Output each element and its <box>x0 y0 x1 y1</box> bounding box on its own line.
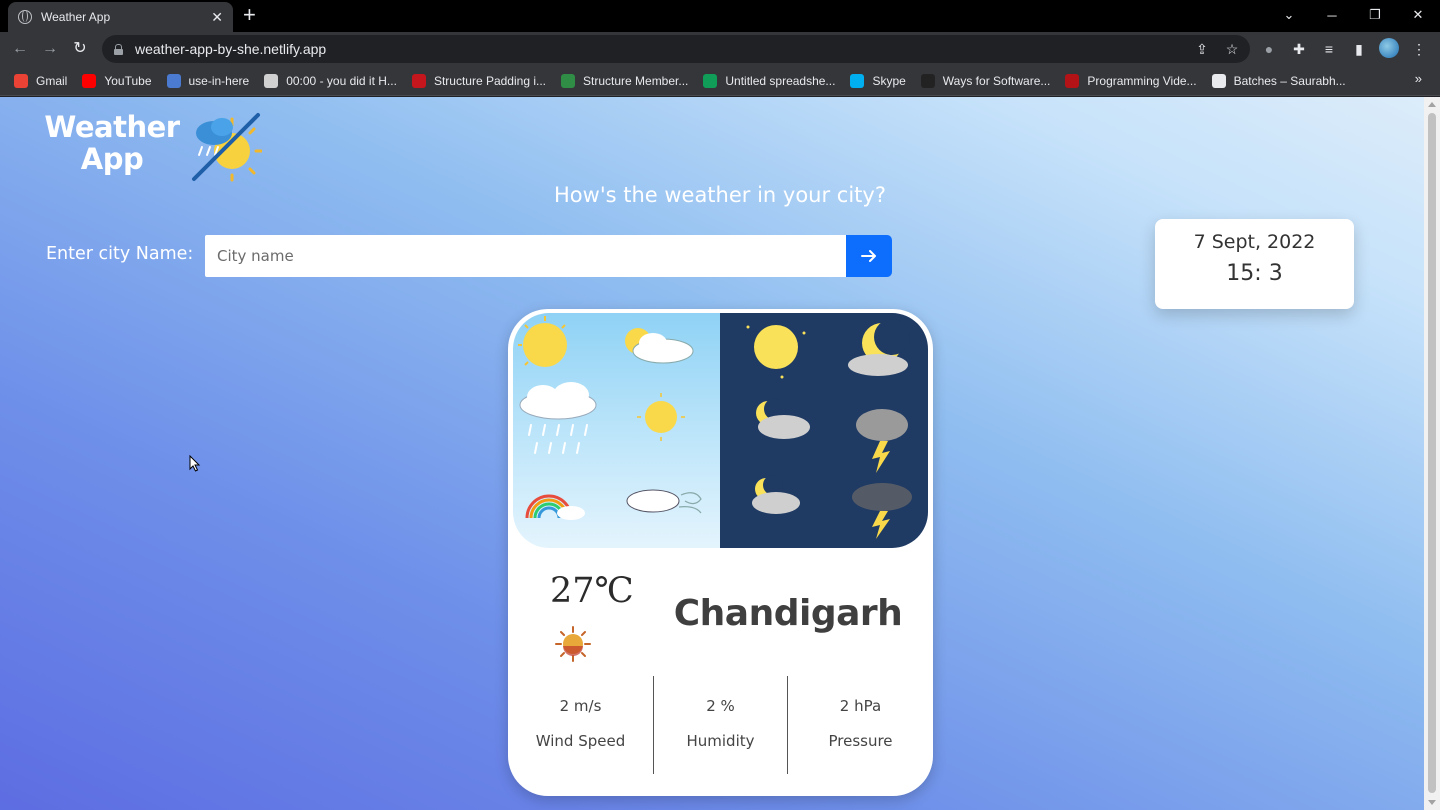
day-weather-illustration <box>513 313 720 548</box>
scroll-down-arrow-icon[interactable] <box>1428 800 1436 805</box>
weather-card: 27℃ Chandigarh 2 m/s Wind Speed 2 % Humi… <box>508 309 933 796</box>
bookmark-label: Untitled spreadshe... <box>725 73 836 88</box>
menu-icon[interactable]: ⋮ <box>1410 40 1428 58</box>
address-bar[interactable]: weather-app-by-she.netlify.app <box>102 35 1250 63</box>
arrow-right-icon <box>861 250 876 262</box>
browser-toolbar: ← → ↻ weather-app-by-she.netlify.app ⇪ ☆… <box>0 32 1440 66</box>
bookmark-label: Skype <box>872 73 906 88</box>
bookmark-label: Programming Vide... <box>1087 73 1197 88</box>
scroll-up-arrow-icon[interactable] <box>1428 102 1436 107</box>
reload-icon[interactable]: ↻ <box>69 38 91 60</box>
pressure-label: Pressure <box>828 732 893 750</box>
bookmark-item[interactable]: Batches – Saurabh... <box>1211 73 1346 88</box>
current-time: 15: 3 <box>1226 261 1283 286</box>
side-panel-icon[interactable]: ▮ <box>1350 40 1368 58</box>
humidity-stat: 2 % Humidity <box>653 676 788 774</box>
page-viewport: Weather App How's the weather in your ci… <box>0 97 1424 810</box>
bookmark-item[interactable]: Ways for Software... <box>920 73 1051 88</box>
minimize-button[interactable]: ─ <box>1310 0 1354 30</box>
sun-icon <box>555 626 591 662</box>
bookmark-favicon-icon <box>1211 73 1226 88</box>
bookmark-item[interactable]: Programming Vide... <box>1065 73 1197 88</box>
wind-speed-value: 2 m/s <box>559 697 602 715</box>
new-tab-button[interactable]: + <box>243 4 256 26</box>
app-logo-text: Weather App <box>42 111 182 175</box>
tab-title: Weather App <box>41 10 111 24</box>
wind-speed-label: Wind Speed <box>535 732 626 750</box>
close-window-button[interactable]: ✕ <box>1396 0 1440 30</box>
bookmark-favicon-icon <box>703 73 718 88</box>
puzzle-icon[interactable]: ✚ <box>1290 40 1308 58</box>
globe-icon <box>18 10 32 24</box>
bookmark-label: Gmail <box>36 73 68 88</box>
weather-logo-icon <box>192 113 262 182</box>
bookmark-label: Structure Padding i... <box>433 73 546 88</box>
bookmark-item[interactable]: Skype <box>850 73 906 88</box>
restore-button[interactable]: ❐ <box>1353 0 1397 30</box>
bookmark-item[interactable]: Untitled spreadshe... <box>703 73 836 88</box>
mouse-cursor-icon <box>189 455 201 472</box>
bookmarks-bar: Gmail YouTube use-in-here 00:00 - you did i… <box>0 66 1440 96</box>
weather-stats: 2 m/s Wind Speed 2 % Humidity 2 hPa Pres… <box>508 676 933 774</box>
temperature-value: 27℃ <box>550 571 634 611</box>
pressure-value: 2 hPa <box>839 697 882 715</box>
bookmark-favicon-icon <box>561 73 575 88</box>
tab-strip: Weather App ✕ + ⌄ ─ ❐ ✕ <box>0 0 1440 32</box>
city-input-label: Enter city Name: <box>46 244 194 264</box>
bookmark-favicon-icon <box>82 73 97 88</box>
wind-speed-stat: 2 m/s Wind Speed <box>508 676 653 774</box>
bookmark-label: Ways for Software... <box>942 73 1051 88</box>
tab-close-icon[interactable]: ✕ <box>211 9 223 26</box>
bookmark-label: 00:00 - you did it H... <box>286 73 397 88</box>
share-icon[interactable]: ⇪ <box>1193 40 1211 58</box>
url-text: weather-app-by-she.netlify.app <box>135 41 327 57</box>
bookmark-item[interactable]: Structure Member... <box>561 73 689 88</box>
browser-tab[interactable]: Weather App ✕ <box>8 2 233 32</box>
logo-line-1: Weather <box>44 110 180 144</box>
bookmark-favicon-icon <box>850 73 865 88</box>
page-scrollbar[interactable] <box>1424 97 1440 810</box>
bookmark-favicon-icon <box>166 73 181 88</box>
forward-icon[interactable]: → <box>39 38 61 60</box>
logo-line-2: App <box>80 142 144 176</box>
bookmark-favicon-icon <box>264 73 279 88</box>
current-date: 7 Sept, 2022 <box>1193 231 1316 253</box>
bookmark-favicon-icon <box>1065 73 1080 88</box>
bookmark-label: use-in-here <box>188 73 250 88</box>
bookmark-label: Batches – Saurabh... <box>1233 73 1346 88</box>
media-control-icon[interactable]: ≡ <box>1320 40 1338 58</box>
bookmark-star-icon[interactable]: ☆ <box>1223 40 1241 58</box>
weather-illustration <box>513 313 928 548</box>
night-weather-illustration <box>720 313 928 548</box>
pressure-stat: 2 hPa Pressure <box>788 676 933 774</box>
city-search-input[interactable] <box>205 235 846 277</box>
date-time-card: 7 Sept, 2022 15: 3 <box>1155 219 1354 309</box>
page-headline: How's the weather in your city? <box>554 183 886 207</box>
profile-avatar[interactable] <box>1379 38 1399 58</box>
city-name: Chandigarh <box>673 593 903 634</box>
tab-search-icon[interactable]: ⌄ <box>1267 0 1311 30</box>
bookmark-item[interactable]: Structure Padding i... <box>411 73 546 88</box>
back-icon[interactable]: ← <box>9 38 31 60</box>
humidity-value: 2 % <box>706 697 735 715</box>
humidity-label: Humidity <box>686 732 755 750</box>
search-submit-button[interactable] <box>846 235 892 277</box>
bookmark-favicon-icon <box>14 73 28 88</box>
bookmarks-more-icon[interactable]: » <box>1415 71 1422 86</box>
lock-icon <box>114 43 123 55</box>
bookmark-label: YouTube <box>104 73 152 88</box>
bookmark-favicon-icon <box>920 73 935 88</box>
bookmark-favicon-icon <box>411 73 426 88</box>
bookmark-item[interactable]: Gmail <box>14 73 68 88</box>
extension-icon[interactable]: ● <box>1260 40 1278 58</box>
bookmark-item[interactable]: 00:00 - you did it H... <box>264 73 397 88</box>
scrollbar-thumb[interactable] <box>1428 113 1436 793</box>
bookmark-item[interactable]: YouTube <box>82 73 152 88</box>
bookmark-item[interactable]: use-in-here <box>166 73 250 88</box>
bookmark-label: Structure Member... <box>583 73 689 88</box>
